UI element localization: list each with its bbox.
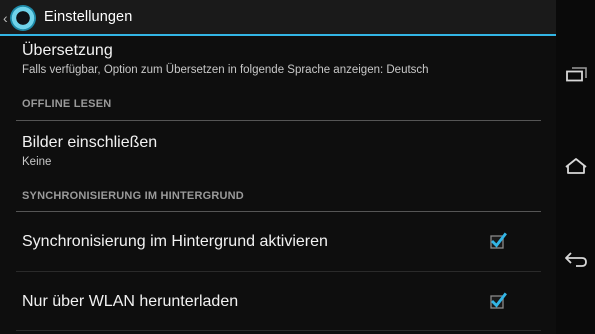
wifi-only-checkbox[interactable]	[488, 291, 508, 311]
pref-background-sync-title: Synchronisierung im Hintergrund aktivier…	[22, 233, 328, 250]
recent-apps-icon[interactable]	[563, 62, 589, 86]
category-offline: OFFLINE LESEN	[22, 98, 112, 110]
settings-screen: ‹ Einstellungen Übersetzung Falls verfüg…	[0, 0, 556, 334]
action-bar: ‹ Einstellungen	[0, 0, 556, 36]
home-icon[interactable]	[563, 154, 589, 178]
pref-images-summary: Keine	[22, 156, 52, 168]
back-icon[interactable]	[563, 247, 589, 271]
pref-translation-summary: Falls verfügbar, Option zum Übersetzen i…	[22, 64, 429, 76]
page-title: Einstellungen	[44, 9, 133, 25]
pref-wifi-only-title: Nur über WLAN herunterladen	[22, 293, 239, 310]
pref-translation-title: Übersetzung	[22, 42, 113, 59]
app-logo-icon[interactable]	[10, 5, 36, 31]
background-sync-checkbox[interactable]	[488, 231, 508, 251]
pref-images[interactable]: Bilder einschließen Keine	[22, 134, 540, 168]
pref-background-sync[interactable]: Synchronisierung im Hintergrund aktivier…	[22, 233, 540, 251]
category-background-sync: SYNCHRONISIERUNG IM HINTERGRUND	[22, 190, 244, 202]
preference-list: Übersetzung Falls verfügbar, Option zum …	[0, 36, 556, 334]
pref-translation[interactable]: Übersetzung Falls verfügbar, Option zum …	[22, 42, 540, 76]
system-navigation-bar	[556, 0, 595, 334]
row-divider	[16, 330, 541, 331]
row-divider	[16, 271, 541, 272]
pref-wifi-only[interactable]: Nur über WLAN herunterladen	[22, 293, 540, 311]
pref-images-title: Bilder einschließen	[22, 134, 158, 151]
category-divider	[16, 120, 541, 121]
category-divider	[16, 211, 541, 212]
